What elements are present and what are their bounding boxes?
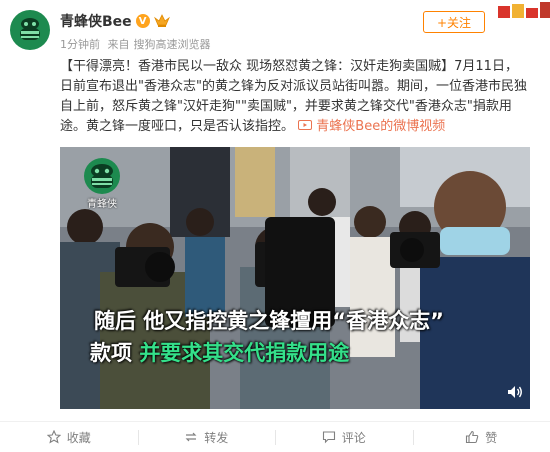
source-prefix: 来自 <box>107 38 130 51</box>
like-button[interactable]: 赞 <box>412 422 550 452</box>
comment-button[interactable]: 评论 <box>275 422 413 452</box>
bee-logo-icon <box>20 18 40 40</box>
video-link[interactable]: 青蜂侠Bee的微博视频 <box>316 119 445 134</box>
subtitle-line-2-plain: 款项 <box>90 341 140 365</box>
follow-button[interactable]: +关注 <box>423 11 485 33</box>
video-player[interactable]: 青蜂侠 随后 他又指控黄之锋擅用“香港众志” 款项 并要求其交代捐款用途 <box>60 147 530 409</box>
comment-label: 评论 <box>341 430 366 445</box>
repost-icon <box>185 432 197 442</box>
crown-icon <box>153 14 170 27</box>
festival-banner-icon <box>490 0 550 22</box>
thumbs-up-icon <box>466 430 479 444</box>
post-body: 【干得漂亮！香港市民以一敌众 现场怒怼黄之锋：汉奸走狗卖国贼】7月11日，日前宣… <box>60 59 527 134</box>
video-watermark: 青蜂侠 <box>83 158 121 210</box>
bee-watermark-icon <box>84 158 120 194</box>
collect-button[interactable]: 收藏 <box>0 422 138 452</box>
comment-icon <box>322 431 335 444</box>
subtitle-line-2: 款项 并要求其交代捐款用途 <box>90 337 349 367</box>
video-frame <box>60 147 530 409</box>
collect-label: 收藏 <box>66 430 91 445</box>
like-label: 赞 <box>485 430 498 445</box>
subtitle-line-2-green: 并要求其交代捐款用途 <box>139 341 350 365</box>
repost-label: 转发 <box>204 430 229 445</box>
avatar[interactable] <box>10 10 50 50</box>
author-row: 青蜂侠Bee V <box>60 12 170 30</box>
author-name[interactable]: 青蜂侠Bee <box>60 11 132 31</box>
post-source[interactable]: 搜狗高速浏览器 <box>134 38 211 51</box>
post-header: 青蜂侠Bee V 1分钟前 来自 搜狗高速浏览器 +关注 <box>0 0 550 56</box>
verified-badge-icon: V <box>135 14 150 28</box>
post-text: 【干得漂亮！香港市民以一敌众 现场怒怼黄之锋：汉奸走狗卖国贼】7月11日，日前宣… <box>60 57 530 137</box>
subtitle-line-1: 随后 他又指控黄之锋擅用“香港众志” <box>94 309 444 333</box>
watermark-text: 青蜂侠 <box>87 199 117 210</box>
post-toolbar: 收藏 转发 评论 赞 <box>0 421 550 452</box>
volume-icon[interactable] <box>507 384 523 400</box>
post-meta: 1分钟前 来自 搜狗高速浏览器 <box>60 36 215 52</box>
post-time[interactable]: 1分钟前 <box>60 38 100 51</box>
video-link-icon <box>298 119 316 134</box>
repost-button[interactable]: 转发 <box>137 422 276 452</box>
star-icon <box>46 430 61 444</box>
